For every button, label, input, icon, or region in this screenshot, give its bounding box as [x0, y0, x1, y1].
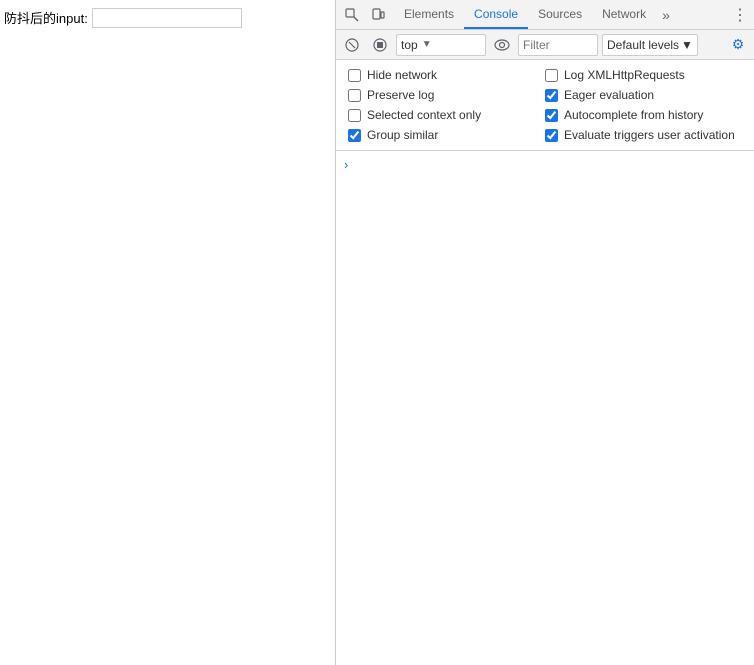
- context-selector[interactable]: top ▼: [396, 34, 486, 56]
- settings-item-left-2[interactable]: Selected context only: [348, 108, 545, 122]
- settings-item-right-3[interactable]: Evaluate triggers user activation: [545, 128, 742, 142]
- debounce-input[interactable]: [92, 8, 242, 28]
- tab-network[interactable]: Network: [592, 0, 656, 29]
- live-expressions-button[interactable]: [490, 33, 514, 57]
- log-levels-button[interactable]: Default levels ▼: [602, 34, 698, 56]
- settings-label-left-0: Hide network: [367, 68, 437, 82]
- settings-checkbox-left-1[interactable]: [348, 89, 361, 102]
- settings-item-right-2[interactable]: Autocomplete from history: [545, 108, 742, 122]
- inspect-element-button[interactable]: [340, 3, 364, 27]
- console-settings-panel: Hide network Preserve log Selected context…: [336, 60, 754, 151]
- settings-checkbox-right-0[interactable]: [545, 69, 558, 82]
- page-area: 防抖后的input:: [0, 0, 335, 665]
- settings-checkbox-left-2[interactable]: [348, 109, 361, 122]
- settings-label-right-1: Eager evaluation: [564, 88, 654, 102]
- settings-checkbox-right-1[interactable]: [545, 89, 558, 102]
- settings-item-right-1[interactable]: Eager evaluation: [545, 88, 742, 102]
- console-settings-button[interactable]: ⚙: [726, 33, 750, 57]
- settings-right-column: Log XMLHttpRequests Eager evaluation Autoc…: [545, 68, 742, 142]
- stop-button[interactable]: [368, 33, 392, 57]
- settings-item-left-1[interactable]: Preserve log: [348, 88, 545, 102]
- devtools-tab-bar: Elements Console Sources Network » ⋮: [336, 0, 754, 30]
- settings-label-right-2: Autocomplete from history: [564, 108, 703, 122]
- tab-sources[interactable]: Sources: [528, 0, 592, 29]
- settings-checkbox-left-3[interactable]: [348, 129, 361, 142]
- settings-checkbox-right-2[interactable]: [545, 109, 558, 122]
- devtools-menu-button[interactable]: ⋮: [726, 0, 754, 29]
- settings-item-left-0[interactable]: Hide network: [348, 68, 545, 82]
- clear-console-button[interactable]: [340, 33, 364, 57]
- settings-label-right-0: Log XMLHttpRequests: [564, 68, 685, 82]
- settings-checkbox-right-3[interactable]: [545, 129, 558, 142]
- console-filter-input[interactable]: [518, 34, 598, 56]
- console-toolbar: top ▼ Default levels ▼ ⚙: [336, 30, 754, 60]
- settings-label-left-1: Preserve log: [367, 88, 434, 102]
- more-tabs-button[interactable]: »: [656, 0, 676, 29]
- settings-left-column: Hide network Preserve log Selected context…: [348, 68, 545, 142]
- log-levels-arrow: ▼: [681, 38, 693, 52]
- settings-item-left-3[interactable]: Group similar: [348, 128, 545, 142]
- devtools-tabs: Elements Console Sources Network »: [394, 0, 726, 29]
- console-prompt-arrow[interactable]: ›: [336, 153, 754, 176]
- toolbar-icons-group: [336, 3, 394, 27]
- settings-checkbox-left-0[interactable]: [348, 69, 361, 82]
- device-toolbar-button[interactable]: [366, 3, 390, 27]
- settings-label-right-3: Evaluate triggers user activation: [564, 128, 735, 142]
- page-label: 防抖后的input:: [4, 8, 88, 30]
- tab-elements[interactable]: Elements: [394, 0, 464, 29]
- settings-label-left-3: Group similar: [367, 128, 438, 142]
- context-selector-arrow: ▼: [422, 39, 432, 50]
- console-output: ›: [336, 151, 754, 665]
- settings-label-left-2: Selected context only: [367, 108, 481, 122]
- devtools-panel: Elements Console Sources Network » ⋮: [335, 0, 754, 665]
- tab-console[interactable]: Console: [464, 0, 528, 29]
- settings-item-right-0[interactable]: Log XMLHttpRequests: [545, 68, 742, 82]
